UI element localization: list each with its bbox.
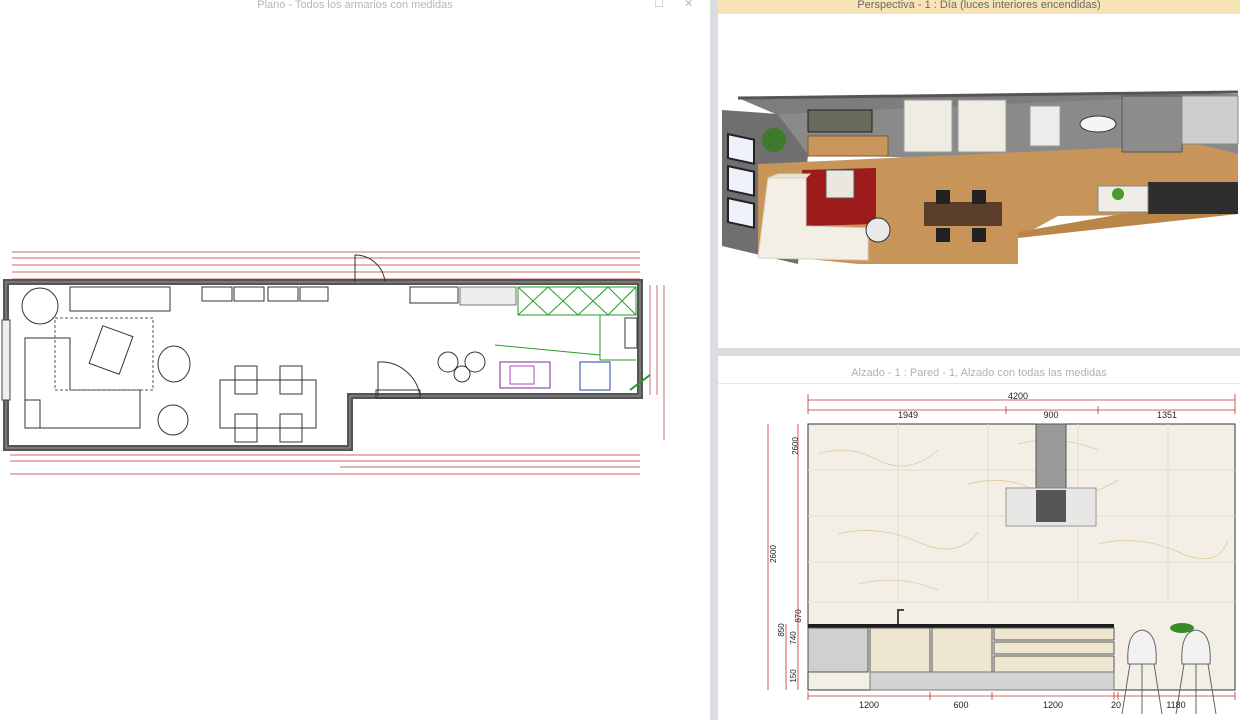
- kitchen-appliances: [437, 317, 638, 391]
- dim-height-2: 2600: [769, 545, 778, 563]
- elevation-bottom-dimension-lines: [807, 692, 1236, 700]
- plan-view-pane[interactable]: Plano - Todos los armarios con medidas ☐…: [0, 0, 710, 720]
- dim-bottom-1: 1200: [859, 700, 879, 710]
- render-door: [1029, 105, 1061, 147]
- dim-bottom-5: 1180: [1166, 700, 1185, 710]
- plan-dimension-lines-bottom: [10, 454, 640, 475]
- bathroom-door: [375, 361, 421, 399]
- dim-height-1: 2600: [791, 437, 800, 455]
- dim-total-width: 4200: [1008, 391, 1028, 401]
- base-cabinets: [869, 627, 1115, 673]
- dim-height-6: 150: [789, 669, 798, 683]
- render-tv-cabinet: [807, 135, 889, 157]
- dim-bottom-3: 1200: [1043, 700, 1063, 710]
- countertop: [808, 624, 1114, 628]
- entry-door-top: [354, 254, 386, 283]
- render-windows: [727, 132, 755, 229]
- left-window: [1, 319, 11, 401]
- dim-width-c: 1351: [1157, 410, 1177, 420]
- dim-height-3: 850: [777, 623, 786, 637]
- sofa: [21, 287, 141, 429]
- dim-bottom-2: 600: [953, 700, 968, 710]
- wall-elevation-drawing[interactable]: 4200 1949 900 1351 2600 2600 850 740 870…: [718, 384, 1240, 720]
- dim-width-b: 900: [1043, 410, 1058, 420]
- perspective-view-title: Perspectiva - 1 : Día (luces interiores …: [718, 0, 1240, 14]
- dim-width-a: 1949: [898, 410, 918, 420]
- plan-dimension-lines-top: [12, 251, 640, 280]
- dim-bottom-4: 20: [1111, 700, 1121, 710]
- render-coffee-table: [825, 169, 855, 199]
- sideboard: [409, 286, 459, 304]
- floor-plan-drawing[interactable]: [0, 0, 710, 720]
- dim-height-5: 870: [794, 609, 803, 623]
- render-wall-picture: [807, 109, 873, 133]
- 3d-perspective-render[interactable]: [718, 14, 1240, 348]
- coffee-table: [88, 325, 134, 375]
- dining-table: [219, 365, 317, 443]
- render-plant: [762, 128, 786, 152]
- elevation-view-title: Alzado - 1 : Pared - 1, Alzado con todas…: [718, 362, 1240, 384]
- plinth: [869, 671, 1115, 691]
- lounge-chairs: [157, 345, 191, 436]
- exterior-wall: [3, 279, 643, 451]
- dim-height-4: 740: [789, 631, 798, 645]
- render-lounge-chair: [865, 217, 891, 243]
- wall-cabinets: [201, 286, 329, 302]
- fridge-panel: [807, 627, 869, 673]
- elevation-view-pane[interactable]: Alzado - 1 : Pared - 1, Alzado con todas…: [718, 356, 1240, 720]
- tv-unit: [69, 286, 171, 312]
- fruit-bowl: [1170, 623, 1194, 633]
- plan-dimension-lines-right: [649, 285, 665, 440]
- perspective-view-pane[interactable]: Perspectiva - 1 : Día (luces interiores …: [718, 0, 1240, 348]
